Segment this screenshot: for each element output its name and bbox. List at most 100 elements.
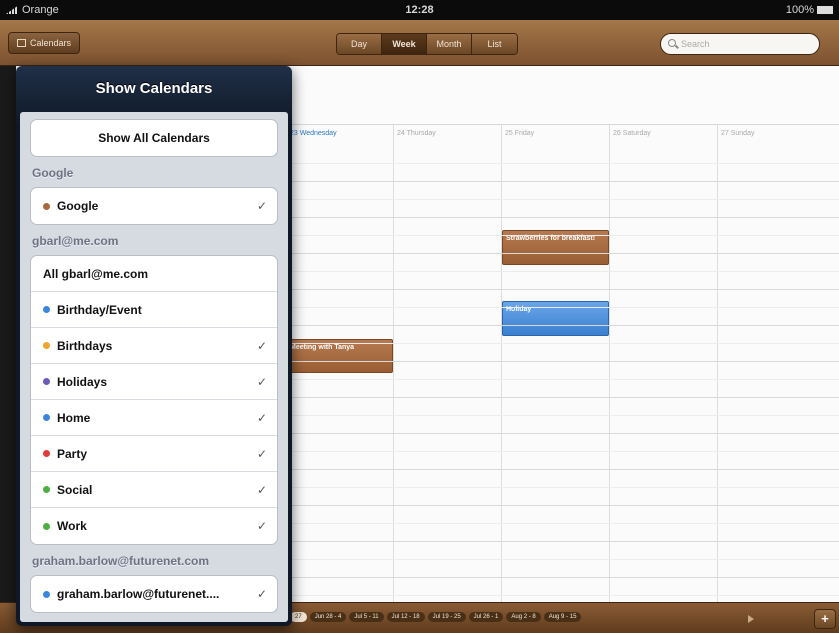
calendar-name: Work: [57, 519, 87, 533]
hour-gridline: [286, 559, 839, 560]
battery-label: 100%: [785, 4, 814, 16]
week-chip[interactable]: Jul 26 - 1: [468, 612, 504, 622]
calendar-row-graham-barlow[interactable]: graham.barlow@futurenet.... ✓: [31, 576, 277, 612]
week-chip[interactable]: Aug 2 - 8: [506, 612, 541, 622]
event-meeting-with-tanya[interactable]: Meeting with Tanya: [286, 339, 393, 373]
calendar-row-all-gbarl[interactable]: All gbarl@me.com: [31, 256, 277, 292]
hour-gridline: [286, 361, 839, 362]
hour-gridline: [286, 199, 839, 200]
day-column[interactable]: 27 Sunday: [717, 125, 839, 602]
hour-gridline: [286, 397, 839, 398]
search-placeholder: Search: [681, 39, 710, 49]
hour-gridline: [286, 325, 839, 326]
tab-week[interactable]: Week: [382, 34, 427, 54]
battery-indicator: 100%: [786, 4, 833, 16]
calendar-row-work[interactable]: Work ✓: [31, 508, 277, 544]
battery-icon: [817, 6, 833, 14]
day-column[interactable]: 25 Friday: [501, 125, 609, 602]
checkmark-icon: ✓: [256, 411, 267, 425]
add-event-button[interactable]: +: [814, 609, 836, 629]
week-chip[interactable]: Jul 5 - 11: [349, 612, 384, 622]
calendar-color-dot: [43, 342, 50, 349]
next-weeks-arrow-icon[interactable]: [748, 615, 754, 623]
clock: 12:28: [405, 4, 434, 16]
hour-gridline: [286, 505, 839, 506]
week-chip[interactable]: Jul 12 - 18: [386, 612, 425, 622]
day-column[interactable]: 26 Saturday: [609, 125, 717, 602]
calendar-row-birthdays[interactable]: Birthdays ✓: [31, 328, 277, 364]
day-header: 25 Friday: [505, 130, 535, 137]
calendars-button[interactable]: Calendars: [8, 32, 81, 54]
hour-gridline: [286, 235, 839, 236]
week-navigator: 27 Jun 28 - 4 Jul 5 - 11 Jul 12 - 18 Jul…: [290, 612, 582, 622]
day-header: 24 Thursday: [397, 130, 436, 137]
hour-gridline: [286, 541, 839, 542]
status-bar: Orange 12:28 100%: [0, 0, 839, 20]
calendar-name: Birthday/Event: [57, 302, 142, 317]
week-grid: 23 Wednesday 24 Thursday 25 Friday 26 Sa…: [286, 124, 839, 602]
calendar-name: graham.barlow@futurenet....: [57, 587, 220, 601]
calendar-group-google: Google ✓: [30, 187, 278, 225]
hour-gridline: [286, 163, 839, 164]
calendar-color-dot: [43, 486, 50, 493]
week-chip[interactable]: Jun 28 - 4: [309, 612, 347, 622]
hour-gridline: [286, 289, 839, 290]
calendar-row-social[interactable]: Social ✓: [31, 472, 277, 508]
hour-gridline: [286, 181, 839, 182]
show-all-group: Show All Calendars: [30, 119, 278, 157]
show-calendars-popover: Show Calendars Show All Calendars Google…: [16, 66, 292, 626]
calendar-color-dot: [43, 590, 50, 598]
hour-gridline: [286, 451, 839, 452]
calendar-row-birthday-event[interactable]: Birthday/Event: [31, 292, 277, 328]
hour-gridline: [286, 469, 839, 470]
calendar-row-party[interactable]: Party ✓: [31, 436, 277, 472]
day-header: 26 Saturday: [613, 130, 651, 137]
hour-gridline: [286, 415, 839, 416]
calendar-group-gbarl: All gbarl@me.com Birthday/Event Birthday…: [30, 255, 278, 545]
calendar-name: Google: [57, 199, 99, 213]
tab-list[interactable]: List: [472, 34, 517, 54]
popover-title: Show Calendars: [95, 80, 213, 97]
calendar-color-dot: [43, 306, 50, 313]
hour-gridline: [286, 253, 839, 254]
hour-gridline: [286, 487, 839, 488]
tab-month[interactable]: Month: [427, 34, 472, 54]
section-label-gbarl: gbarl@me.com: [32, 234, 119, 248]
search-icon: [668, 39, 676, 47]
section-label-futurenet: graham.barlow@futurenet.com: [32, 554, 210, 568]
checkmark-icon: ✓: [256, 375, 267, 389]
hour-gridline: [286, 595, 839, 596]
hour-gridline: [286, 343, 839, 344]
calendar-color-dot: [43, 450, 50, 457]
calendar-name: Party: [57, 446, 88, 461]
calendar-color-dot: [43, 522, 50, 530]
calendar-row-home[interactable]: Home ✓: [31, 400, 277, 436]
week-chip[interactable]: Jul 19 - 25: [427, 612, 466, 622]
search-input[interactable]: Search: [660, 33, 820, 55]
hour-gridline: [286, 523, 839, 524]
day-column[interactable]: 24 Thursday: [393, 125, 501, 602]
section-label-google: Google: [32, 166, 74, 180]
checkmark-icon: ✓: [256, 587, 267, 601]
checkmark-icon: ✓: [256, 519, 267, 533]
hour-gridline: [286, 433, 839, 434]
checkmark-icon: ✓: [256, 447, 267, 461]
week-chip[interactable]: Aug 9 - 15: [543, 612, 582, 622]
show-all-calendars-button[interactable]: Show All Calendars: [31, 120, 277, 156]
calendars-button-label: Calendars: [30, 38, 72, 48]
calendar-icon: [17, 39, 26, 47]
calendar-name: Birthdays: [57, 338, 113, 353]
checkmark-icon: ✓: [256, 339, 267, 353]
calendar-color-dot: [43, 202, 50, 210]
calendar-row-holidays[interactable]: Holidays ✓: [31, 364, 277, 400]
calendar-row-google[interactable]: Google ✓: [31, 188, 277, 224]
calendar-color-dot: [43, 414, 50, 421]
day-header: 27 Sunday: [721, 130, 755, 137]
week-chip-current[interactable]: 27: [290, 612, 307, 622]
tab-day[interactable]: Day: [337, 34, 382, 54]
hour-gridline: [286, 217, 839, 218]
calendar-name: Social: [57, 482, 93, 497]
calendar-name: All gbarl@me.com: [43, 266, 149, 281]
calendar-name: Holidays: [57, 374, 108, 389]
hour-gridline: [286, 577, 839, 578]
